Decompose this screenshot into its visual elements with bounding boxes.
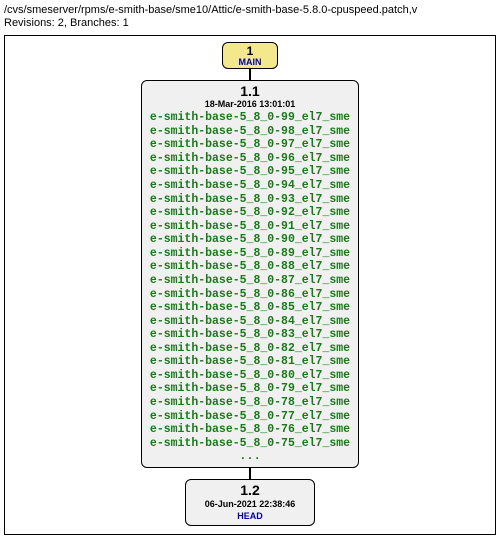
tag-item: e-smith-base-5_8_0-99_el7_sme bbox=[150, 111, 350, 125]
revision-node-1-2[interactable]: 1.2 06-Jun-2021 22:38:46 HEAD bbox=[185, 479, 315, 526]
revisions-summary: Revisions: 2, Branches: 1 bbox=[4, 17, 500, 29]
tag-item: e-smith-base-5_8_0-98_el7_sme bbox=[150, 125, 350, 139]
tag-item: e-smith-base-5_8_0-93_el7_sme bbox=[150, 193, 350, 207]
branch-node-main[interactable]: 1 MAIN bbox=[222, 42, 278, 69]
tag-item: e-smith-base-5_8_0-86_el7_sme bbox=[150, 288, 350, 302]
branch-name: MAIN bbox=[233, 58, 267, 67]
tag-item: e-smith-base-5_8_0-91_el7_sme bbox=[150, 220, 350, 234]
tag-item: e-smith-base-5_8_0-81_el7_sme bbox=[150, 355, 350, 369]
tag-item: e-smith-base-5_8_0-75_el7_sme bbox=[150, 437, 350, 451]
head-label: HEAD bbox=[194, 511, 306, 522]
revision-node-1-1[interactable]: 1.1 18-Mar-2016 13:01:01 e-smith-base-5_… bbox=[141, 80, 359, 468]
graph-edge bbox=[249, 468, 251, 479]
tag-item: e-smith-base-5_8_0-77_el7_sme bbox=[150, 410, 350, 424]
revision-number: 1.2 bbox=[194, 483, 306, 498]
tag-item: e-smith-base-5_8_0-79_el7_sme bbox=[150, 382, 350, 396]
tag-item: e-smith-base-5_8_0-85_el7_sme bbox=[150, 301, 350, 315]
tag-item: e-smith-base-5_8_0-95_el7_sme bbox=[150, 165, 350, 179]
revision-date: 06-Jun-2021 22:38:46 bbox=[194, 499, 306, 510]
tag-list: e-smith-base-5_8_0-99_el7_smee-smith-bas… bbox=[150, 111, 350, 450]
tag-item: e-smith-base-5_8_0-87_el7_sme bbox=[150, 274, 350, 288]
tag-item: e-smith-base-5_8_0-97_el7_sme bbox=[150, 138, 350, 152]
revision-graph: 1 MAIN 1.1 18-Mar-2016 13:01:01 e-smith-… bbox=[4, 35, 496, 535]
tag-item: e-smith-base-5_8_0-78_el7_sme bbox=[150, 396, 350, 410]
tag-item: e-smith-base-5_8_0-82_el7_sme bbox=[150, 342, 350, 356]
tags-ellipsis: ... bbox=[150, 450, 350, 463]
tag-item: e-smith-base-5_8_0-76_el7_sme bbox=[150, 423, 350, 437]
tag-item: e-smith-base-5_8_0-80_el7_sme bbox=[150, 369, 350, 383]
revision-date: 18-Mar-2016 13:01:01 bbox=[150, 99, 350, 110]
tag-item: e-smith-base-5_8_0-94_el7_sme bbox=[150, 179, 350, 193]
tag-item: e-smith-base-5_8_0-90_el7_sme bbox=[150, 233, 350, 247]
graph-edge bbox=[249, 69, 251, 80]
tag-item: e-smith-base-5_8_0-88_el7_sme bbox=[150, 260, 350, 274]
tag-item: e-smith-base-5_8_0-83_el7_sme bbox=[150, 328, 350, 342]
tag-item: e-smith-base-5_8_0-92_el7_sme bbox=[150, 206, 350, 220]
file-path: /cvs/smeserver/rpms/e-smith-base/sme10/A… bbox=[4, 4, 500, 16]
revision-number: 1.1 bbox=[150, 84, 350, 99]
tag-item: e-smith-base-5_8_0-84_el7_sme bbox=[150, 315, 350, 329]
branch-number: 1 bbox=[233, 45, 267, 58]
tag-item: e-smith-base-5_8_0-89_el7_sme bbox=[150, 247, 350, 261]
tag-item: e-smith-base-5_8_0-96_el7_sme bbox=[150, 152, 350, 166]
